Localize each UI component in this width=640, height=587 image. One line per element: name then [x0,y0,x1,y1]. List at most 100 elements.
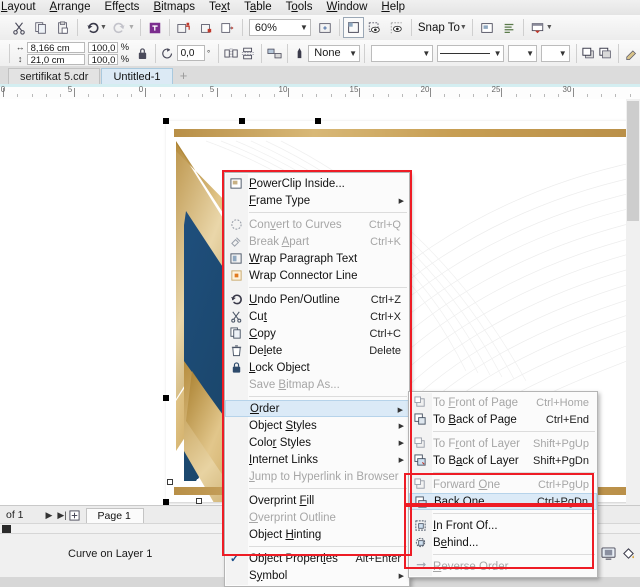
context-menu-item-powerclip-inside[interactable]: PowerClip Inside... [225,175,409,192]
outline-width-combobox[interactable]: None ▼ [308,44,360,62]
selection-handle-tm[interactable] [239,118,245,124]
object-styles-icon[interactable] [498,17,520,38]
context-menu-item-overprint-outline[interactable]: Overprint Outline [225,509,409,526]
wrap-paragraph-text-icon[interactable] [266,43,283,63]
order-submenu-item-forward-one[interactable]: Forward One Ctrl+PgUp [409,476,597,493]
publish-pdf-icon[interactable] [217,17,239,38]
context-menu-item-delete[interactable]: Delete Delete [225,342,409,359]
context-menu-item-frame-type[interactable]: Frame Type ▶ [225,192,409,209]
context-menu-item-break-apart[interactable]: Break Apart Ctrl+K [225,233,409,250]
object-context-menu[interactable]: PowerClip Inside... Frame Type ▶ Convert to… [224,172,410,587]
context-menu-item-color-styles[interactable]: Color Styles ▶ [225,434,409,451]
menu-item-layout[interactable]: LLayoutayout [0,0,43,15]
context-menu-item-object-properties[interactable]: ✓ Object Properties Alt+Enter [225,550,409,567]
context-menu-item-save-bitmap-as[interactable]: Save Bitmap As... [225,376,409,393]
object-width-input[interactable]: 8,166 cm [26,41,85,54]
export-icon[interactable] [195,17,217,38]
snap-to-button[interactable]: Snap To [415,22,463,34]
context-menu-item-object-hinting[interactable]: Object Hinting [225,526,409,543]
context-menu-item-jump-to-hyperlink-in-browser[interactable]: Jump to Hyperlink in Browser [225,468,409,485]
context-menu-item-object-styles[interactable]: Object Styles ▶ [225,417,409,434]
add-document-tab-button[interactable]: + [174,68,194,84]
context-menu-item-lock-object[interactable]: Lock Object [225,359,409,376]
context-menu-item-overprint-fill[interactable]: Overprint Fill [225,492,409,509]
order-submenu-item-in-front-of[interactable]: In Front Of... [409,517,597,534]
page-tab-1[interactable]: Page 1 [85,507,144,523]
paste-icon[interactable] [52,17,74,38]
line-style-combobox[interactable]: ▼ [437,44,505,62]
node-handle-1[interactable] [167,479,173,485]
corel-app-icon[interactable] [144,17,166,38]
to-front-icon[interactable] [580,43,597,63]
redo-dropdown-icon[interactable]: ▼ [128,24,135,31]
next-page-icon[interactable]: ▶ [43,510,56,521]
order-submenu-item-behind[interactable]: Behind... [409,534,597,551]
scale-x-input[interactable]: 100,0 [87,41,118,54]
order-submenu-item-to-back-of-layer[interactable]: To Back of Layer Shift+PgDn [409,452,597,469]
lock-ratio-icon[interactable] [134,43,151,63]
edit-bitmap-icon[interactable] [623,43,640,63]
menu-item-window[interactable]: Window [319,0,374,15]
guidelines-visibility-icon[interactable] [386,17,408,38]
screen-palette-icon[interactable] [598,545,618,563]
chevron-down-icon[interactable]: ▼ [300,23,308,32]
undo-icon[interactable] [81,17,103,38]
object-height-input[interactable]: 21,0 cm [26,53,85,66]
order-submenu-item-to-front-of-page[interactable]: To Front of Page Ctrl+Home [409,394,597,411]
menu-item-effects[interactable]: Effects [97,0,146,15]
scissors-icon[interactable] [8,17,30,38]
order-submenu[interactable]: To Front of Page Ctrl+Home To Back of Page… [408,391,598,578]
no-color-swatch[interactable] [2,525,11,533]
options-icon[interactable] [342,17,364,38]
context-menu-item-convert-to-curves[interactable]: Convert to Curves Ctrl+Q [225,216,409,233]
vertical-scrollbar[interactable] [626,99,640,505]
chevron-down-icon[interactable]: ▼ [526,49,534,58]
add-page-icon[interactable] [68,509,82,521]
chevron-down-icon[interactable]: ▼ [349,49,357,58]
selection-handle-bl[interactable] [163,395,169,401]
menu-item-tools[interactable]: Tools [279,0,320,15]
to-back-icon[interactable] [597,43,614,63]
order-submenu-item-back-one[interactable]: Back One Ctrl+PgDn [409,493,597,510]
horizontal-ruler[interactable]: 0 5 0 5 10 15 20 25 30 [0,84,640,100]
snap-to-dropdown-icon[interactable]: ▼ [460,24,467,31]
chevron-down-icon[interactable]: ▼ [494,49,502,58]
context-menu-item-copy[interactable]: Copy Ctrl+C [225,325,409,342]
fullscreen-preview-icon[interactable] [314,17,336,38]
menu-item-table[interactable]: Table [237,0,279,15]
selection-handle-tr[interactable] [315,118,321,124]
context-menu-item-wrap-paragraph-text[interactable]: Wrap Paragraph Text [225,250,409,267]
start-arrow-combobox[interactable]: ▼ [508,44,538,62]
object-manager-icon[interactable] [476,17,498,38]
node-handle-2[interactable] [196,498,202,504]
mirror-vertical-icon[interactable] [240,43,257,63]
mirror-horizontal-icon[interactable] [223,43,240,63]
fill-color-icon[interactable] [618,545,638,563]
application-launcher-icon[interactable] [527,17,549,38]
menu-item-bitmaps[interactable]: Bitmaps [146,0,202,15]
import-icon[interactable] [173,17,195,38]
view-manager-icon[interactable] [364,17,386,38]
scale-y-input[interactable]: 100,0 [87,53,118,66]
outline-style-combobox[interactable]: ▼ [370,44,434,62]
order-submenu-item-to-front-of-layer[interactable]: To Front of Layer Shift+PgUp [409,435,597,452]
context-menu-item-internet-links[interactable]: Internet Links ▶ [225,451,409,468]
order-submenu-item-to-back-of-page[interactable]: To Back of Page Ctrl+End [409,411,597,428]
context-menu-item-wrap-connector-line[interactable]: Wrap Connector Line [225,267,409,284]
context-menu-item-undo-pen-outline[interactable]: Undo Pen/Outline Ctrl+Z [225,291,409,308]
context-menu-item-order[interactable]: Order ▶ [225,400,409,417]
document-tab-untitled[interactable]: Untitled-1 [101,68,173,84]
menu-item-help[interactable]: Help [374,0,412,15]
document-tab-sertifikat[interactable]: sertifikat 5.cdr [8,68,101,84]
chevron-down-icon[interactable]: ▼ [422,49,430,58]
vertical-scroll-thumb[interactable] [627,101,639,221]
last-page-icon[interactable]: ▶| [56,510,69,521]
menu-item-arrange[interactable]: Arrange [43,0,98,15]
zoom-level-combobox[interactable]: 60% ▼ [248,19,311,36]
chevron-down-icon[interactable]: ▼ [559,49,567,58]
menu-item-text[interactable]: Text [202,0,237,15]
order-submenu-item-reverse-order[interactable]: Reverse Order [409,558,597,575]
copy-icon[interactable] [30,17,52,38]
selection-handle-tl[interactable] [163,118,169,124]
context-menu-item-cut[interactable]: Cut Ctrl+X [225,308,409,325]
